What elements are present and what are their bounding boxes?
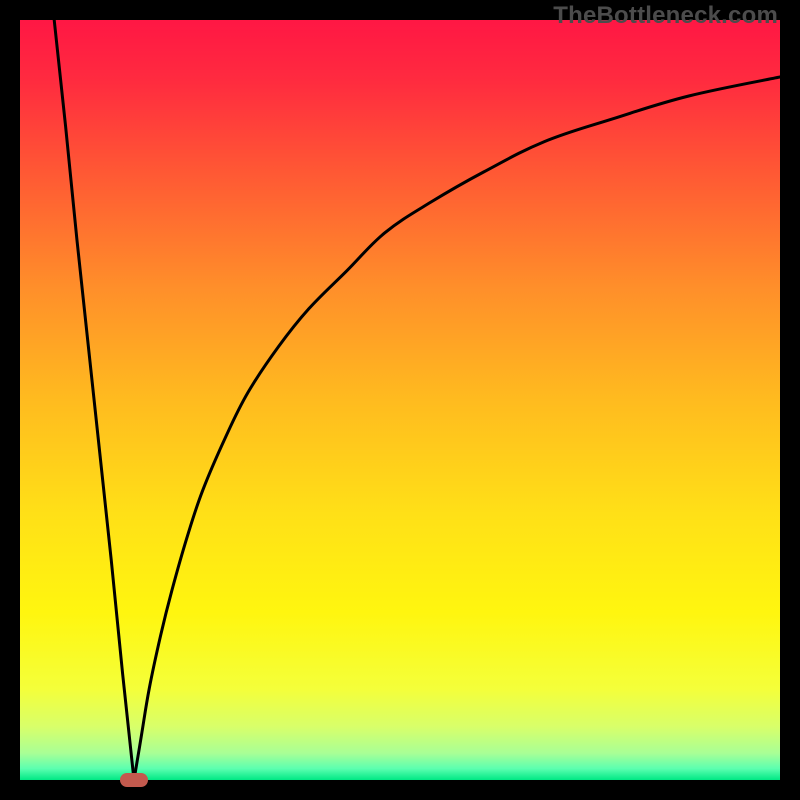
- watermark-text: TheBottleneck.com: [553, 2, 778, 30]
- chart-frame: [20, 20, 780, 780]
- notch-marker: [120, 773, 148, 787]
- chart-plot: [20, 20, 780, 780]
- gradient-background: [20, 20, 780, 780]
